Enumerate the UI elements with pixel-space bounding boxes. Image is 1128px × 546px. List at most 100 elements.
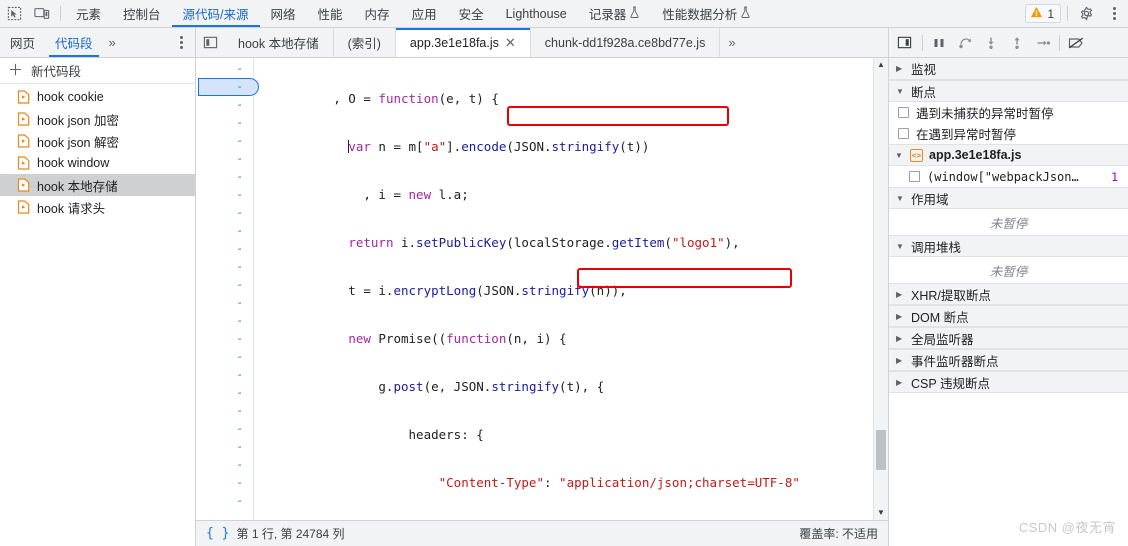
pause-on-uncaught-exceptions-row[interactable]: 遇到未捕获的异常时暂停	[889, 102, 1128, 123]
scrollbar-track[interactable]	[874, 72, 888, 506]
step-icon[interactable]	[1030, 28, 1056, 58]
snippet-item-hook-window[interactable]: hook window	[0, 152, 195, 174]
gutter-line[interactable]: -	[196, 474, 253, 492]
deactivate-breakpoints-icon[interactable]	[1063, 28, 1089, 58]
gutter-line-breakpoint[interactable]: -	[196, 78, 259, 96]
section-header-event-listener-breakpoints[interactable]: ▶ 事件监听器断点	[889, 349, 1128, 371]
section-header-watch[interactable]: ▶ 监视	[889, 58, 1128, 80]
gutter-line[interactable]: -	[196, 312, 253, 330]
gutter-line[interactable]: -	[196, 456, 253, 474]
section-header-call-stack[interactable]: ▼ 调用堆栈	[889, 235, 1128, 257]
section-header-global-listeners[interactable]: ▶ 全局监听器	[889, 327, 1128, 349]
tab-performance[interactable]: 性能	[307, 0, 354, 27]
scrollbar-thumb[interactable]	[876, 430, 886, 470]
section-header-scope[interactable]: ▼ 作用域	[889, 187, 1128, 209]
gutter-line[interactable]: -	[196, 150, 253, 168]
tab-network[interactable]: 网络	[260, 0, 307, 27]
inspect-element-icon[interactable]	[0, 0, 28, 27]
gutter-line[interactable]: -	[196, 366, 253, 384]
file-tab-app-js[interactable]: app.3e1e18fa.js ✕	[395, 28, 531, 57]
checkbox[interactable]	[898, 128, 909, 139]
tab-application[interactable]: 应用	[401, 0, 448, 27]
code-line: t = i.encryptLong(JSON.stringify(n)),	[258, 283, 627, 298]
gutter-line[interactable]: -	[196, 60, 253, 78]
scroll-down-icon[interactable]: ▼	[877, 506, 885, 520]
snippet-item-hook-request-headers[interactable]: hook 请求头	[0, 196, 195, 218]
editor-scrollbar[interactable]: ▲ ▼	[873, 58, 888, 520]
gutter-line[interactable]: -	[196, 168, 253, 186]
breakpoint-marker[interactable]	[198, 78, 259, 96]
file-tab-hook-local-storage[interactable]: hook 本地存储	[224, 28, 334, 57]
tab-security[interactable]: 安全	[448, 0, 495, 27]
annotation-box-logo1	[507, 106, 729, 126]
step-out-icon[interactable]	[1004, 28, 1030, 58]
snippet-item-hook-json-encrypt[interactable]: hook json 加密	[0, 108, 195, 130]
main-menu-kebab-icon[interactable]	[1100, 0, 1128, 27]
line-number-gutter[interactable]: - - - - - - - - - - - - - - - - - - - - …	[196, 58, 259, 520]
section-header-breakpoints[interactable]: ▼ 断点	[889, 80, 1128, 102]
gutter-line[interactable]: -	[196, 330, 253, 348]
scroll-up-icon[interactable]: ▲	[877, 58, 885, 72]
tab-sources[interactable]: 源代码/来源	[171, 0, 260, 27]
gutter-line[interactable]: -	[196, 132, 253, 150]
warning-badge[interactable]: 1	[1025, 4, 1061, 23]
toggle-navigator-sidebar-icon[interactable]	[196, 28, 224, 57]
gutter-line[interactable]: -	[196, 204, 253, 222]
new-snippet-button[interactable]: ＋ 新代码段	[0, 58, 195, 84]
show-debugger-sidebar-icon[interactable]	[889, 35, 919, 50]
code-editor[interactable]: - - - - - - - - - - - - - - - - - - - - …	[196, 58, 888, 520]
file-tab-index[interactable]: (索引)	[334, 28, 396, 57]
gutter-line[interactable]: -	[196, 438, 253, 456]
devtools-window: 元素 控制台 源代码/来源 网络 性能 内存 应用 安全 Lighthouse …	[0, 0, 1128, 546]
step-over-icon[interactable]	[952, 28, 978, 58]
checkbox[interactable]	[909, 171, 920, 182]
nav-tab-page[interactable]: 网页	[0, 28, 45, 57]
close-icon[interactable]: ✕	[505, 36, 516, 49]
gear-icon[interactable]	[1072, 0, 1100, 27]
file-tab-chunk-js[interactable]: chunk-dd1f928a.ce8bd77e.js	[531, 28, 721, 57]
gutter-line[interactable]: -	[196, 114, 253, 132]
step-into-icon[interactable]	[978, 28, 1004, 58]
section-header-xhr-breakpoints[interactable]: ▶ XHR/提取断点	[889, 283, 1128, 305]
section-header-csp-violation-breakpoints[interactable]: ▶ CSP 违规断点	[889, 371, 1128, 393]
snippet-item-hook-local-storage[interactable]: hook 本地存储	[0, 174, 195, 196]
gutter-line[interactable]: -	[196, 96, 253, 114]
checkbox[interactable]	[898, 107, 909, 118]
pause-resume-icon[interactable]	[926, 28, 952, 58]
file-tabs-overflow-icon[interactable]: »	[720, 28, 743, 57]
nav-tab-snippets[interactable]: 代码段	[45, 28, 103, 57]
section-header-dom-breakpoints[interactable]: ▶ DOM 断点	[889, 305, 1128, 327]
tab-memory[interactable]: 内存	[354, 0, 401, 27]
toolbar-divider	[60, 6, 61, 21]
breakpoint-file-group[interactable]: ▼ <> app.3e1e18fa.js	[889, 144, 1128, 166]
section-label: 事件监听器断点	[911, 354, 999, 369]
gutter-line[interactable]: -	[196, 222, 253, 240]
tab-label: 记录器	[588, 8, 627, 22]
gutter-line[interactable]: -	[196, 402, 253, 420]
breakpoint-entry[interactable]: (window["webpackJson… 1	[889, 166, 1128, 187]
snippet-item-hook-cookie[interactable]: hook cookie	[0, 86, 195, 108]
gutter-line[interactable]: -	[196, 240, 253, 258]
nav-tab-label: 网页	[10, 37, 36, 51]
gutter-line[interactable]: -	[196, 294, 253, 312]
pretty-print-icon[interactable]: { }	[206, 526, 229, 541]
navigator-more-kebab-icon[interactable]	[167, 28, 195, 57]
gutter-line[interactable]: -	[196, 276, 253, 294]
gutter-line[interactable]: -	[196, 258, 253, 276]
tab-performance-insights[interactable]: 性能数据分析	[651, 0, 762, 27]
tab-console[interactable]: 控制台	[112, 0, 172, 27]
pause-on-exceptions-row[interactable]: 在遇到异常时暂停	[889, 123, 1128, 144]
code-content[interactable]: , O = function(e, t) { var n = m["a"].en…	[254, 58, 873, 520]
tab-label: 元素	[76, 8, 102, 22]
gutter-line[interactable]: -	[196, 384, 253, 402]
gutter-line[interactable]: -	[196, 186, 253, 204]
tab-elements[interactable]: 元素	[65, 0, 112, 27]
gutter-line[interactable]: -	[196, 348, 253, 366]
snippet-item-hook-json-decrypt[interactable]: hook json 解密	[0, 130, 195, 152]
tab-lighthouse[interactable]: Lighthouse	[495, 0, 578, 27]
nav-overflow-icon[interactable]: »	[103, 28, 122, 57]
tab-recorder[interactable]: 记录器	[578, 0, 652, 27]
gutter-line[interactable]: -	[196, 420, 253, 438]
device-toolbar-icon[interactable]	[28, 0, 56, 27]
gutter-line[interactable]: -	[196, 492, 253, 510]
